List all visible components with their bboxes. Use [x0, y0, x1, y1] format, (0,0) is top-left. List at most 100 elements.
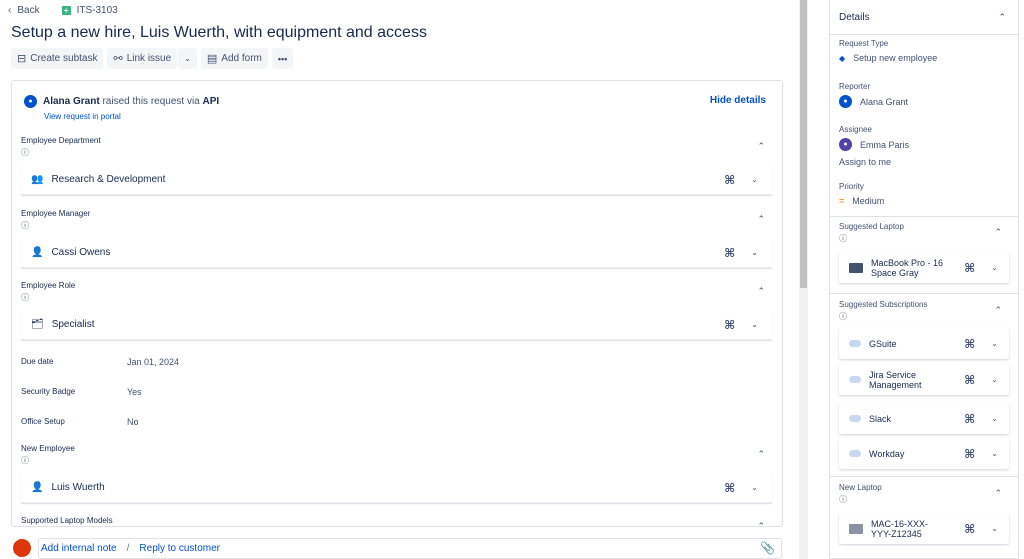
attachment-icon[interactable]: 📎 [760, 541, 775, 555]
page-title[interactable]: Setup a new hire, Luis Wuerth, with equi… [11, 24, 427, 42]
subscription-card[interactable]: Workday ⌘ ⌄ [839, 438, 1009, 469]
add-internal-note-button[interactable]: Add internal note [41, 543, 117, 554]
issue-type-icon: + [61, 5, 71, 15]
back-icon[interactable]: ‹ [8, 5, 11, 16]
collapse-icon[interactable]: ⌃ [994, 488, 1002, 499]
collapse-icon[interactable]: ⌃ [994, 227, 1002, 238]
graph-icon[interactable]: ⌘ [724, 481, 735, 495]
new-employee-label: New Employee [21, 444, 75, 453]
new-laptop-card[interactable]: MAC-16-XXX-YYY-Z12345 ⌘ ⌄ [839, 513, 1009, 544]
subscription-card[interactable]: Jira Service Management ⌘ ⌄ [839, 364, 1009, 395]
info-icon[interactable]: ⓘ [21, 292, 75, 303]
chevron-down-icon[interactable]: ⌄ [991, 339, 998, 348]
divider [830, 293, 1018, 294]
collapse-icon[interactable]: ⌃ [757, 141, 765, 152]
graph-icon[interactable]: ⌘ [964, 337, 975, 351]
request-details-card: ● Alana Grant raised this request via AP… [11, 80, 783, 527]
collapse-icon[interactable]: ⌃ [757, 449, 765, 460]
info-icon[interactable]: ⓘ [839, 233, 904, 244]
new-laptop-text: New Laptop [839, 483, 882, 492]
security-badge-value[interactable]: Yes [127, 387, 142, 397]
assignee-value[interactable]: ● Emma Paris [839, 138, 909, 151]
subscription-card[interactable]: GSuite ⌘ ⌄ [839, 328, 1009, 359]
graph-icon[interactable]: ⌘ [724, 318, 735, 332]
manager-label: Employee Manager [21, 209, 91, 218]
create-subtask-button[interactable]: ⊟ Create subtask [11, 48, 104, 69]
suggested-laptop-card[interactable]: MacBook Pro - 16 Space Gray ⌘ ⌄ [839, 252, 1009, 283]
chevron-down-icon[interactable]: ⌄ [751, 483, 758, 492]
subscription-card[interactable]: Slack ⌘ ⌄ [839, 403, 1009, 434]
reporter-name[interactable]: Alana Grant [43, 96, 100, 107]
back-link[interactable]: Back [17, 5, 39, 16]
due-date-label: Due date [21, 357, 54, 366]
chevron-down-icon[interactable]: ⌄ [751, 175, 758, 184]
avatar[interactable]: ● [24, 95, 37, 108]
manager-value-box[interactable]: 👤 Cassi Owens ⌘ ⌄ [21, 238, 772, 268]
graph-icon[interactable]: ⌘ [964, 261, 975, 275]
chevron-down-icon[interactable]: ⌄ [991, 263, 998, 272]
person-icon: 👤 [31, 247, 44, 258]
more-actions-button[interactable]: ••• [271, 48, 294, 69]
cloud-icon [849, 340, 861, 347]
graph-icon[interactable]: ⌘ [964, 373, 975, 387]
raised-text: raised this request via [102, 96, 200, 107]
collapse-icon[interactable]: ⌃ [994, 305, 1002, 316]
collapse-icon[interactable]: ⌃ [757, 214, 765, 225]
collapse-icon[interactable]: ⌃ [757, 521, 765, 526]
scrollbar-thumb[interactable] [800, 0, 807, 288]
suggested-laptop-value: MacBook Pro - 16 Space Gray [871, 257, 944, 278]
chevron-down-icon[interactable]: ⌄ [991, 375, 998, 384]
graph-icon[interactable]: ⌘ [964, 412, 975, 426]
chevron-down-icon[interactable]: ⌄ [751, 320, 758, 329]
view-portal-link[interactable]: View request in portal [44, 112, 121, 121]
office-setup-label: Office Setup [21, 417, 65, 426]
security-badge-row: Security Badge Yes [21, 387, 142, 397]
info-icon[interactable]: ⓘ [21, 455, 75, 466]
new-laptop-value: MAC-16-XXX-YYY-Z12345 [871, 518, 929, 539]
collapse-icon[interactable]: ⌃ [757, 286, 765, 297]
chevron-down-icon[interactable]: ⌄ [991, 524, 998, 533]
add-form-button[interactable]: ▤ Add form [200, 48, 268, 69]
priority-text: Medium [852, 196, 885, 206]
activity-header: ● Alana Grant raised this request via AP… [24, 95, 219, 108]
role-icon: 🗂 [31, 319, 44, 330]
priority-value[interactable]: = Medium [839, 196, 884, 206]
info-icon[interactable]: ⓘ [21, 220, 90, 231]
graph-icon[interactable]: ⌘ [724, 246, 735, 260]
assign-to-me-link[interactable]: Assign to me [839, 157, 891, 167]
role-value-box[interactable]: 🗂 Specialist ⌘ ⌄ [21, 310, 772, 340]
laptop-icon [849, 262, 863, 273]
info-icon[interactable]: ⓘ [21, 147, 101, 158]
avatar: ● [839, 95, 852, 108]
link-issue-dropdown[interactable]: ⌄ [178, 48, 197, 69]
role-value: Specialist [51, 319, 95, 330]
reporter-value[interactable]: ● Alana Grant [839, 95, 908, 108]
comment-bar: Add internal note / Reply to customer [13, 539, 220, 557]
chevron-down-icon[interactable]: ⌄ [991, 449, 998, 458]
hide-details-button[interactable]: Hide details [710, 95, 766, 106]
field-label-department: Employee Department ⓘ [21, 136, 101, 158]
request-type-text: Setup new employee [853, 53, 938, 63]
issue-toolbar: ⊟ Create subtask ⚯ Link issue ⌄ ▤ Add fo… [11, 48, 294, 69]
chevron-down-icon: ⌄ [184, 54, 191, 63]
avatar[interactable] [13, 539, 31, 557]
info-icon[interactable]: ⓘ [839, 494, 882, 505]
chevron-down-icon[interactable]: ⌄ [991, 414, 998, 423]
info-icon[interactable]: ⓘ [839, 311, 928, 322]
details-header[interactable]: Details ⌃ [830, 0, 1018, 35]
issue-key[interactable]: ITS-3103 [77, 5, 118, 16]
graph-icon[interactable]: ⌘ [964, 447, 975, 461]
reply-to-customer-button[interactable]: Reply to customer [139, 543, 220, 554]
department-value-box[interactable]: 👥 Research & Development ⌘ ⌄ [21, 165, 772, 195]
office-setup-value[interactable]: No [127, 417, 139, 427]
due-date-value[interactable]: Jan 01, 2024 [127, 357, 179, 367]
graph-icon[interactable]: ⌘ [724, 173, 735, 187]
chevron-up-icon[interactable]: ⌃ [998, 12, 1006, 23]
link-icon: ⚯ [113, 53, 123, 65]
field-label-role: Employee Role ⓘ [21, 281, 75, 303]
chevron-down-icon[interactable]: ⌄ [751, 248, 758, 257]
link-issue-button[interactable]: ⚯ Link issue [107, 48, 178, 69]
request-type-value[interactable]: ◆ Setup new employee [839, 53, 937, 63]
new-employee-value-box[interactable]: 👤 Luis Wuerth ⌘ ⌄ [21, 473, 772, 503]
graph-icon[interactable]: ⌘ [964, 522, 975, 536]
